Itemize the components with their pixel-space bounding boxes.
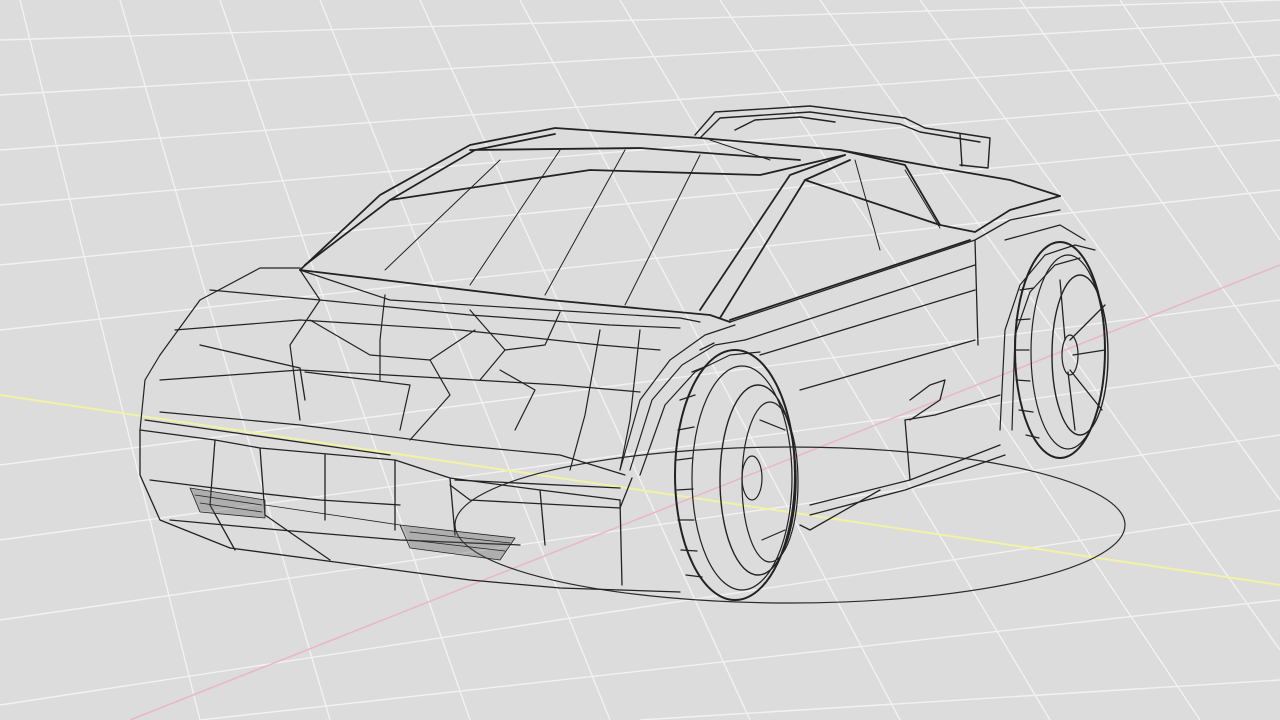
viewport-canvas[interactable] [0,0,1280,720]
front-wheel[interactable] [674,342,799,601]
rear-wheel-arch[interactable] [999,244,1096,431]
rear-spoiler[interactable] [694,105,991,169]
car-hood[interactable] [139,267,701,476]
ground-grid [0,0,1280,720]
front-bumper[interactable] [139,344,681,593]
3d-viewport[interactable] [0,0,1280,720]
